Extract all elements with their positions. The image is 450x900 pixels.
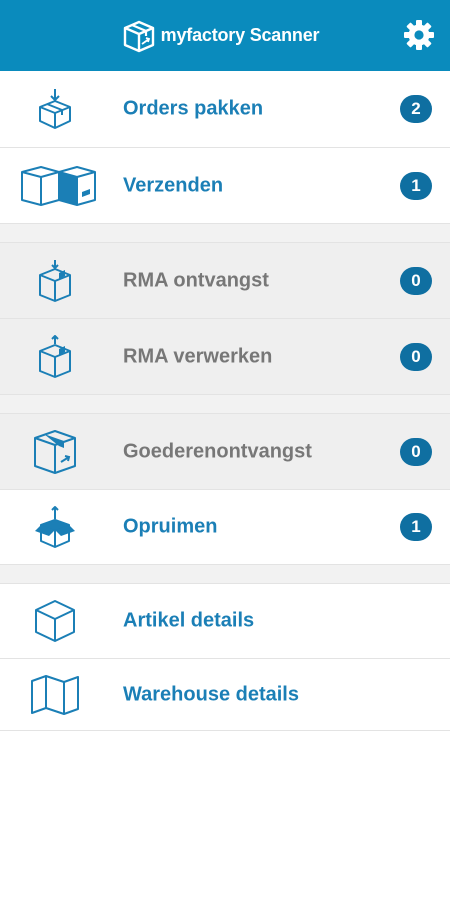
count-badge: 2 [400,95,432,123]
menu-item-label: Artikel details [123,609,255,632]
menu-item-rma-ontvangst[interactable]: RMA ontvangst 0 [0,242,450,319]
app-title: myfactory Scanner [160,25,320,45]
count-badge: 1 [400,171,432,200]
brand: myfactory Scanner [121,18,320,54]
menu-group-picking: Orders pakken 2 Verzenden 1 [0,71,450,224]
menu-item-label: Verzenden [123,174,224,196]
menu-group-details: Artikel details Warehouse details [0,583,450,731]
menu-item-label: RMA verwerken [123,345,273,367]
menu-item-verzenden[interactable]: Verzenden 1 [0,148,450,224]
count-badge: 0 [400,266,432,295]
section-divider [0,395,450,413]
count-badge: 0 [400,437,432,466]
menu-item-label: RMA ontvangst [123,269,269,291]
menu-item-label: Goederenontvangst [123,440,312,462]
menu-item-label: Warehouse details [123,683,299,705]
menu-item-label: Opruimen [123,515,218,538]
box-arrow-in-icon [35,259,75,303]
section-divider [0,224,450,242]
box-arrow-out-icon [35,334,75,379]
box-arrow-down-icon [35,87,75,131]
map-icon [29,673,81,717]
menu-item-orders-pakken[interactable]: Orders pakken 2 [0,71,450,148]
menu-group-receiving: Goederenontvangst 0 Opruimen 1 [0,413,450,565]
cube-icon [33,598,77,644]
section-divider [0,565,450,583]
box-scan-logo-icon [121,18,157,54]
menu-item-warehouse-details[interactable]: Warehouse details [0,659,450,731]
menu-item-rma-verwerken[interactable]: RMA verwerken 0 [0,319,450,395]
menu-group-rma: RMA ontvangst 0 RMA verwerken 0 [0,242,450,395]
app-header: myfactory Scanner [0,0,450,71]
shipping-boxes-icon [19,164,97,208]
settings-button[interactable] [401,17,437,53]
count-badge: 1 [400,513,432,541]
menu-item-goederenontvangst[interactable]: Goederenontvangst 0 [0,413,450,490]
open-box-arrow-up-icon [34,505,76,549]
count-badge: 0 [400,342,432,371]
menu-item-artikel-details[interactable]: Artikel details [0,583,450,659]
gear-icon [401,17,437,53]
menu-item-label: Orders pakken [123,97,264,120]
box-receive-icon [31,428,79,476]
menu-item-opruimen[interactable]: Opruimen 1 [0,490,450,565]
